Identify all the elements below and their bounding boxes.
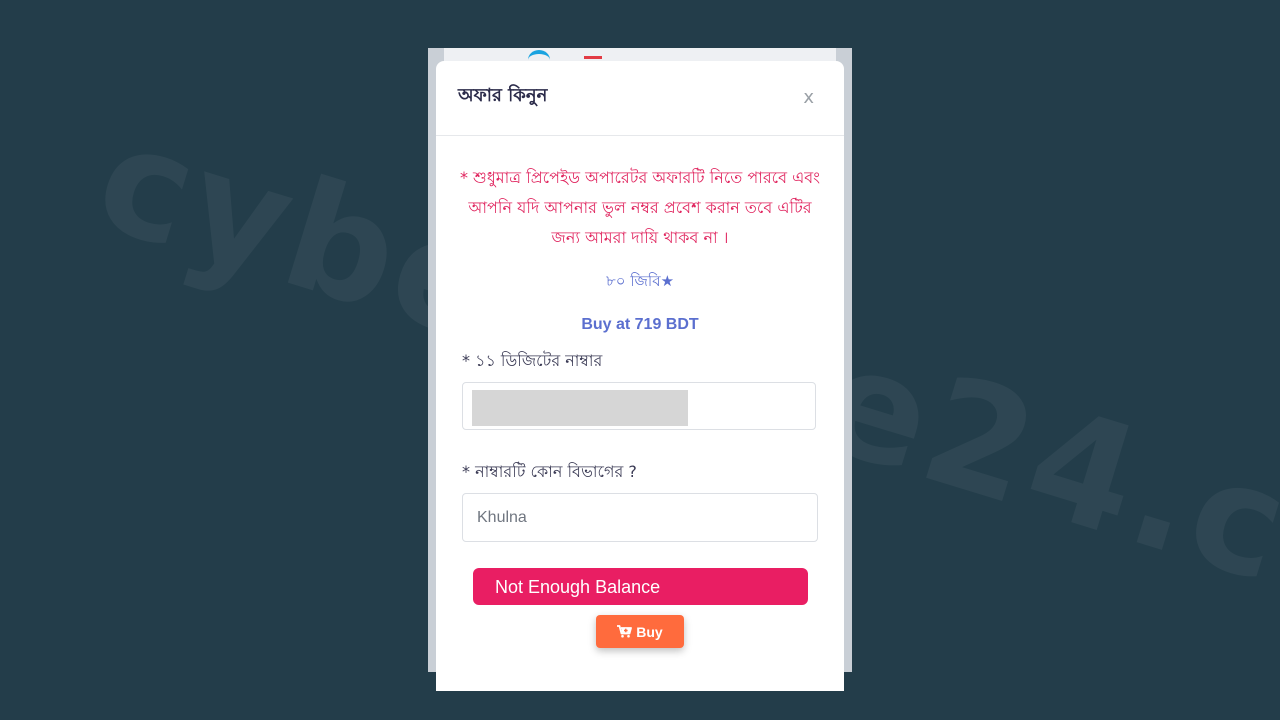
- warning-notice: * শুধুমাত্র প্রিপেইড অপারেটর অফারটি নিতে…: [459, 168, 821, 247]
- buy-button-label: Buy: [636, 623, 663, 640]
- close-button[interactable]: x: [803, 87, 814, 108]
- offer-price: Buy at 719 BDT: [581, 316, 699, 333]
- division-input[interactable]: [462, 493, 818, 542]
- division-label: * নাম্বারটি কোন বিভাগের ?: [462, 462, 637, 481]
- redacted-number: [472, 390, 688, 426]
- offer-name: ৮০ জিবি★: [605, 272, 675, 290]
- modal-header: অফার কিনুন x: [436, 61, 844, 136]
- buy-button[interactable]: Buy: [596, 615, 684, 648]
- modal-title: অফার কিনুন: [458, 85, 548, 106]
- number-label: * ১১ ডিজিটের নাম্বার: [462, 351, 603, 370]
- not-enough-balance-button[interactable]: Not Enough Balance: [473, 568, 808, 605]
- cart-plus-icon: [617, 625, 633, 638]
- phone-number-input[interactable]: [462, 382, 816, 430]
- buy-offer-modal: অফার কিনুন x * শুধুমাত্র প্রিপেইড অপারেট…: [436, 61, 844, 691]
